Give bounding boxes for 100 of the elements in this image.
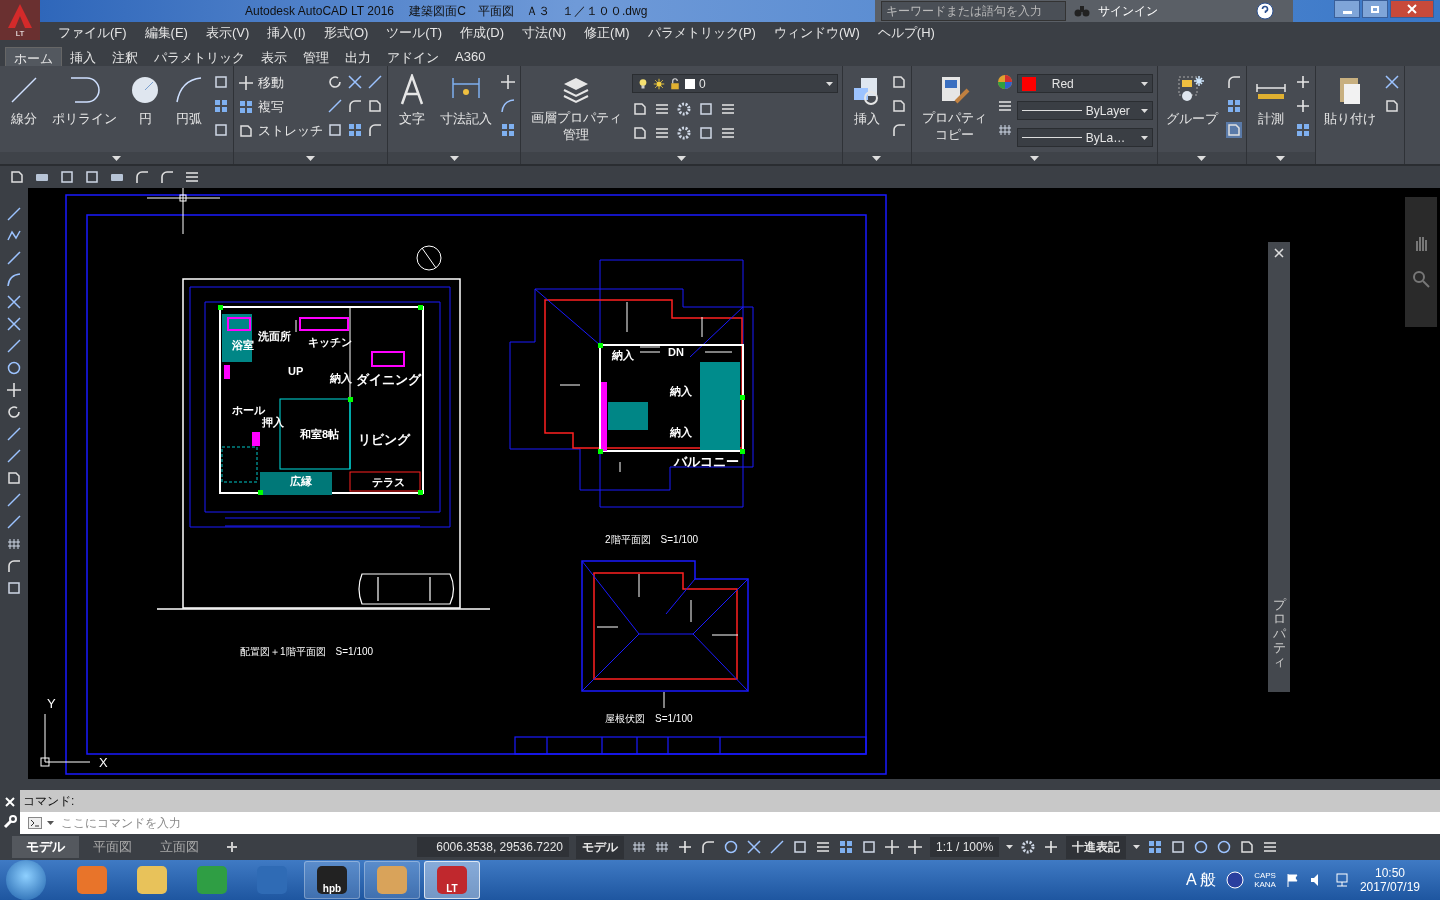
tool-icon[interactable] (6, 426, 22, 442)
ribbon-tool-button[interactable]: 貼り付け (1319, 72, 1380, 130)
array-icon[interactable] (347, 122, 363, 138)
ribbon-tool-button[interactable]: 計測 (1250, 72, 1291, 130)
caret-icon[interactable] (1006, 845, 1014, 849)
menu-item[interactable]: 表示(V) (199, 24, 262, 42)
linetype-dropdown[interactable]: ByLayer (1016, 101, 1153, 120)
create-block-icon[interactable] (890, 74, 907, 90)
sun-icon[interactable] (652, 77, 665, 90)
navigation-bar[interactable] (1405, 197, 1437, 327)
point-id-icon[interactable] (1294, 74, 1311, 90)
menu-item[interactable]: ツール(T) (380, 24, 454, 42)
close-button[interactable] (1390, 0, 1434, 18)
ribbon-tool-button[interactable]: 寸法記入 (436, 72, 496, 130)
panel-expand-icon[interactable] (1276, 155, 1286, 161)
network-icon[interactable] (1333, 873, 1350, 887)
ribbon-tool-button[interactable]: 円弧 (169, 72, 209, 130)
panel-expand-icon[interactable] (449, 155, 459, 161)
hatch-icon[interactable] (213, 98, 229, 114)
fillet-icon[interactable] (347, 98, 363, 114)
panel-expand-icon[interactable] (676, 155, 686, 161)
clock-time[interactable]: 10:50 (1374, 866, 1405, 880)
color-dropdown[interactable]: Red (1016, 74, 1153, 93)
layout-tab[interactable]: モデル (12, 836, 79, 858)
ribbon-tool-button[interactable]: 文字 (392, 72, 432, 130)
ribbon-tab[interactable]: 出力 (337, 47, 379, 66)
layer-dropdown[interactable]: 0 (631, 74, 838, 93)
lineweight-dropdown[interactable]: ByLa… (1016, 128, 1153, 147)
model-space-button[interactable]: モデル (576, 835, 624, 859)
ribbon-tool-button[interactable]: 画層プロパティ管理 (525, 72, 628, 146)
caret-icon[interactable] (1140, 81, 1148, 86)
tool-icon[interactable] (6, 294, 22, 310)
rectangle-icon[interactable] (213, 74, 229, 90)
caret-icon[interactable] (825, 81, 833, 86)
tool-icon[interactable] (6, 470, 22, 486)
clock-date[interactable]: 2017/07/19 (1359, 880, 1420, 894)
tool-icon[interactable] (6, 338, 22, 354)
caret-icon[interactable] (1133, 845, 1141, 849)
tool-icon[interactable] (6, 360, 22, 376)
menu-item[interactable]: 編集(E) (138, 24, 200, 42)
caret-icon[interactable] (1140, 135, 1148, 140)
trim-icon[interactable] (347, 74, 363, 90)
tool-icon[interactable] (6, 316, 22, 332)
ime-indicator[interactable]: A 般 (1185, 869, 1217, 891)
plus-icon[interactable] (227, 841, 237, 852)
lock-icon[interactable] (668, 77, 681, 90)
ribbon-tool-button[interactable]: 線分 (4, 72, 44, 130)
ribbon-tool-button[interactable]: 移動 (238, 74, 323, 92)
tool-icon[interactable] (6, 536, 22, 552)
menu-item[interactable]: ファイル(F) (52, 24, 139, 42)
layout-tab[interactable]: 立面図 (146, 836, 213, 858)
ribbon-tool-button[interactable]: グループ (1161, 72, 1222, 130)
tool-icon[interactable] (6, 272, 22, 288)
annotation-scale-button[interactable]: 1:1 / 100% (930, 837, 1000, 857)
panel-expand-icon[interactable] (1029, 155, 1039, 161)
table-icon[interactable] (500, 122, 516, 138)
menu-item[interactable]: 作成(D) (453, 24, 516, 42)
ribbon-tab[interactable]: アドイン (379, 47, 447, 66)
tool-icon[interactable] (6, 404, 22, 420)
ribbon-tab[interactable]: 表示 (253, 47, 295, 66)
tool-icon[interactable] (6, 382, 22, 398)
layout-tab[interactable]: 平面図 (79, 836, 146, 858)
zoom-icon[interactable] (1411, 269, 1431, 289)
close-icon[interactable] (1274, 248, 1284, 258)
new-file-icon[interactable] (9, 169, 25, 185)
move-icon[interactable] (238, 75, 254, 91)
binoculars-icon[interactable] (1074, 4, 1090, 18)
ribbon-tool-button[interactable]: 円 (125, 72, 165, 130)
tool-icon[interactable] (6, 558, 22, 574)
ribbon-tab[interactable]: ホーム (5, 47, 62, 66)
cut-icon[interactable] (1383, 74, 1400, 90)
caret-icon[interactable] (47, 821, 54, 825)
ribbon-tool-button[interactable]: プロパティコピー (915, 72, 993, 146)
minimize-button[interactable] (1334, 0, 1360, 18)
taskbar-app-button[interactable]: hpb (304, 861, 360, 899)
panel-expand-icon[interactable] (1197, 155, 1207, 161)
flag-icon[interactable] (1285, 873, 1300, 887)
ribbon-tool-button[interactable]: ストレッチ (238, 122, 323, 140)
ribbon-tool-button[interactable]: ポリライン (48, 72, 121, 130)
menu-item[interactable]: 寸法(N) (516, 24, 579, 42)
application-menu-button[interactable]: LT (0, 0, 40, 40)
maximize-button[interactable] (1362, 0, 1388, 18)
ribbon-tool-button[interactable]: 複写 (238, 98, 323, 116)
ribbon-tool-button[interactable]: 挿入 (846, 72, 887, 130)
tool-icon[interactable] (6, 580, 22, 596)
menu-item[interactable]: 挿入(I) (261, 24, 318, 42)
ribbon-tab[interactable]: 挿入 (62, 47, 104, 66)
panel-expand-icon[interactable] (306, 155, 315, 161)
caret-icon[interactable] (1140, 108, 1148, 113)
tool-icon[interactable] (6, 492, 22, 508)
menu-item[interactable]: ヘルプ(H) (871, 24, 947, 42)
rotate-icon[interactable] (327, 74, 343, 90)
units-button[interactable]: 十進表記 (1066, 835, 1127, 859)
menu-item[interactable]: ウィンドウ(W) (767, 24, 872, 42)
menu-item[interactable]: 形式(O) (317, 24, 381, 42)
wrench-icon[interactable] (3, 815, 17, 829)
ribbon-tab[interactable]: 注釈 (104, 47, 146, 66)
ribbon-tab[interactable]: 管理 (295, 47, 337, 66)
tool-icon[interactable] (6, 206, 22, 222)
ribbon-tab[interactable]: A360 (447, 47, 494, 66)
